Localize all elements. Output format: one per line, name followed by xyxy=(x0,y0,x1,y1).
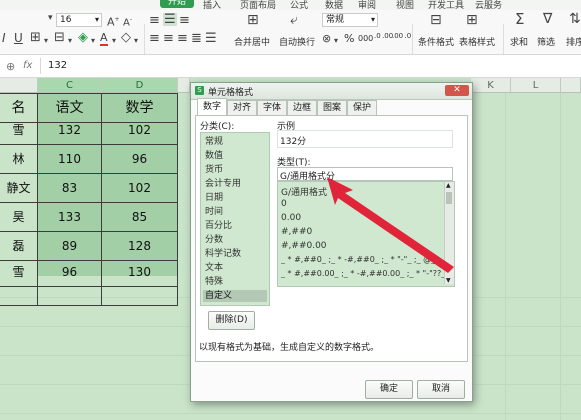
annotation-arrow xyxy=(327,177,454,273)
red-arrow-icon xyxy=(327,177,454,273)
